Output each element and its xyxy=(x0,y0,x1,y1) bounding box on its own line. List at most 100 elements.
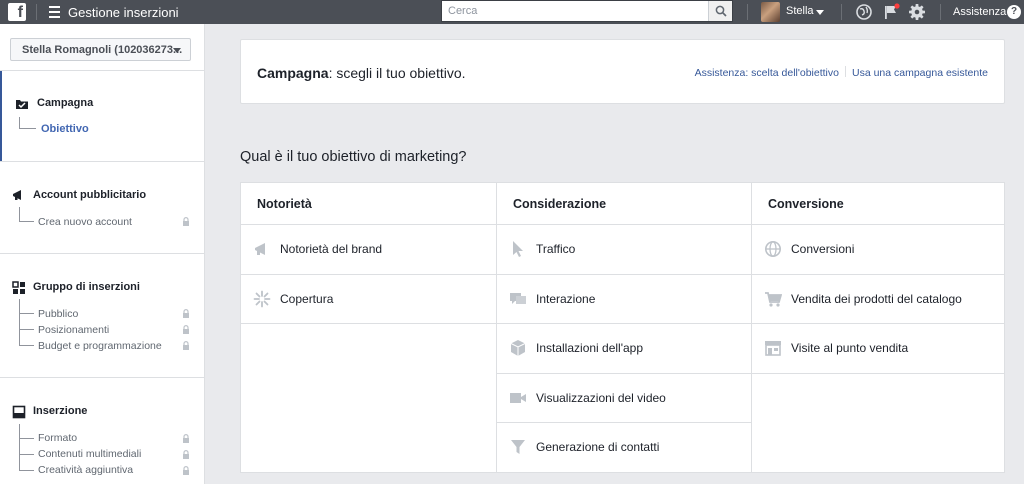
objective-help-link[interactable]: Assistenza: scelta dell'obiettivo xyxy=(695,67,839,79)
megaphone-icon xyxy=(255,243,265,255)
globe-icon xyxy=(765,241,781,257)
sidebar-item-extra-creative: Creatività aggiuntiva xyxy=(38,464,134,476)
sidebar: Stella Romagnoli (102036273... Campagna … xyxy=(0,24,205,484)
help-icon[interactable]: ? xyxy=(1007,5,1021,19)
campaign-folder-icon xyxy=(16,100,28,109)
lock-icon xyxy=(183,466,189,475)
user-name[interactable]: Stella xyxy=(786,5,814,17)
tree-line xyxy=(19,221,34,222)
objective-store-visits[interactable]: Visite al punto vendita xyxy=(752,324,1004,374)
sidebar-item-create-account: Crea nuovo account xyxy=(38,216,132,228)
grid-icon xyxy=(12,281,25,294)
gear-icon[interactable] xyxy=(908,3,926,21)
objective-label: Interazione xyxy=(536,291,596,306)
lock-icon xyxy=(183,434,189,443)
sidebar-section-ad-set[interactable]: Gruppo di inserzioni xyxy=(33,281,140,293)
lock-icon xyxy=(183,341,189,350)
objective-conversions[interactable]: Conversioni xyxy=(752,225,1004,275)
page-title-bold: Campagna xyxy=(257,65,329,81)
flag-icon[interactable] xyxy=(882,3,900,21)
top-bar: f Gestione inserzioni Stella Assistenza … xyxy=(0,0,1024,24)
video-camera-icon xyxy=(510,392,526,403)
header-links: Assistenza: scelta dell'obiettivo Usa una… xyxy=(695,66,988,79)
sidebar-item-placements: Posizionamenti xyxy=(38,324,110,336)
store-icon xyxy=(765,341,781,356)
account-selector-label: Stella Romagnoli (102036273... xyxy=(22,44,183,56)
objective-video-views[interactable]: Visualizzazioni del video xyxy=(497,374,751,423)
menu-icon[interactable] xyxy=(49,6,60,18)
objective-column-awareness: Notorietà Notorietà del brand Copertura xyxy=(241,183,496,472)
sidebar-item-format: Formato xyxy=(38,432,78,444)
search-input[interactable] xyxy=(442,1,708,21)
marketing-objective-question: Qual è il tuo obiettivo di marketing? xyxy=(240,149,467,165)
objective-label: Conversioni xyxy=(791,242,855,256)
tree-line xyxy=(19,299,20,346)
objective-traffic[interactable]: Traffico xyxy=(497,225,751,275)
objective-app-installs[interactable]: Installazioni dell'app xyxy=(497,324,751,374)
column-heading: Considerazione xyxy=(497,183,751,225)
objective-lead-generation[interactable]: Generazione di contatti xyxy=(497,423,751,473)
objective-label: Traffico xyxy=(536,242,576,256)
reach-icon xyxy=(253,290,271,307)
objective-label: Installazioni dell'app xyxy=(536,341,644,355)
sidebar-item-audience: Pubblico xyxy=(38,308,79,320)
page-title: Campagna: scegli il tuo obiettivo. xyxy=(257,65,466,81)
divider xyxy=(844,66,846,77)
tree-line xyxy=(19,470,34,471)
funnel-icon xyxy=(511,440,525,454)
tree-line xyxy=(19,117,20,128)
sidebar-section-ad-account[interactable]: Account pubblicitario xyxy=(33,189,146,201)
divider xyxy=(0,377,204,378)
lock-icon xyxy=(183,325,189,334)
search-box xyxy=(441,0,733,22)
objective-reach[interactable]: Copertura xyxy=(241,275,496,324)
tree-line xyxy=(19,438,34,439)
objective-label: Copertura xyxy=(280,291,334,306)
objective-brand-awareness[interactable]: Notorietà del brand xyxy=(241,225,496,275)
chevron-down-icon[interactable] xyxy=(816,10,824,15)
lock-icon xyxy=(183,309,189,318)
tree-line xyxy=(19,424,20,471)
sidebar-item-budget: Budget e programmazione xyxy=(38,340,162,352)
objective-label: Notorietà del brand xyxy=(280,242,383,256)
column-heading: Notorietà xyxy=(241,183,496,225)
objective-column-consideration: Considerazione Traffico Interazione Inst… xyxy=(496,183,751,472)
divider xyxy=(36,4,37,20)
tree-line xyxy=(19,128,36,129)
tree-line xyxy=(19,313,34,314)
divider xyxy=(747,4,748,20)
sidebar-item-media: Contenuti multimediali xyxy=(38,448,142,460)
ad-icon xyxy=(12,405,26,419)
app-title[interactable]: Gestione inserzioni xyxy=(68,5,179,20)
search-button[interactable] xyxy=(708,1,732,21)
sidebar-section-ad[interactable]: Inserzione xyxy=(33,405,87,417)
facebook-logo[interactable]: f xyxy=(8,3,26,21)
lock-icon xyxy=(183,450,189,459)
objective-label: Generazione di contatti xyxy=(536,440,660,454)
globe-icon[interactable] xyxy=(855,3,873,21)
use-existing-campaign-link[interactable]: Usa una campagna esistente xyxy=(852,67,988,79)
help-link[interactable]: Assistenza xyxy=(953,6,1006,18)
cursor-icon xyxy=(513,241,523,257)
box-icon xyxy=(510,340,526,356)
objective-label: Visualizzazioni del video xyxy=(536,390,666,405)
avatar[interactable] xyxy=(761,2,780,22)
active-section-indicator xyxy=(0,71,2,161)
column-heading: Conversione xyxy=(752,183,1004,225)
divider xyxy=(841,4,842,20)
sidebar-item-objective[interactable]: Obiettivo xyxy=(41,123,89,135)
chevron-down-icon xyxy=(173,48,181,53)
account-selector[interactable]: Stella Romagnoli (102036273... xyxy=(10,38,191,61)
search-icon xyxy=(715,5,727,17)
sidebar-section-campaign[interactable]: Campagna xyxy=(37,97,93,109)
tree-line xyxy=(19,454,34,455)
divider xyxy=(0,70,204,71)
tree-line xyxy=(19,345,34,346)
divider xyxy=(940,4,941,20)
objective-label: Vendita dei prodotti del catalogo xyxy=(791,291,962,306)
objective-catalog-sales[interactable]: Vendita dei prodotti del catalogo xyxy=(752,275,1004,324)
megaphone-icon xyxy=(13,190,21,200)
objective-engagement[interactable]: Interazione xyxy=(497,275,751,324)
lock-icon xyxy=(183,217,189,226)
chat-bubbles-icon xyxy=(510,292,526,304)
